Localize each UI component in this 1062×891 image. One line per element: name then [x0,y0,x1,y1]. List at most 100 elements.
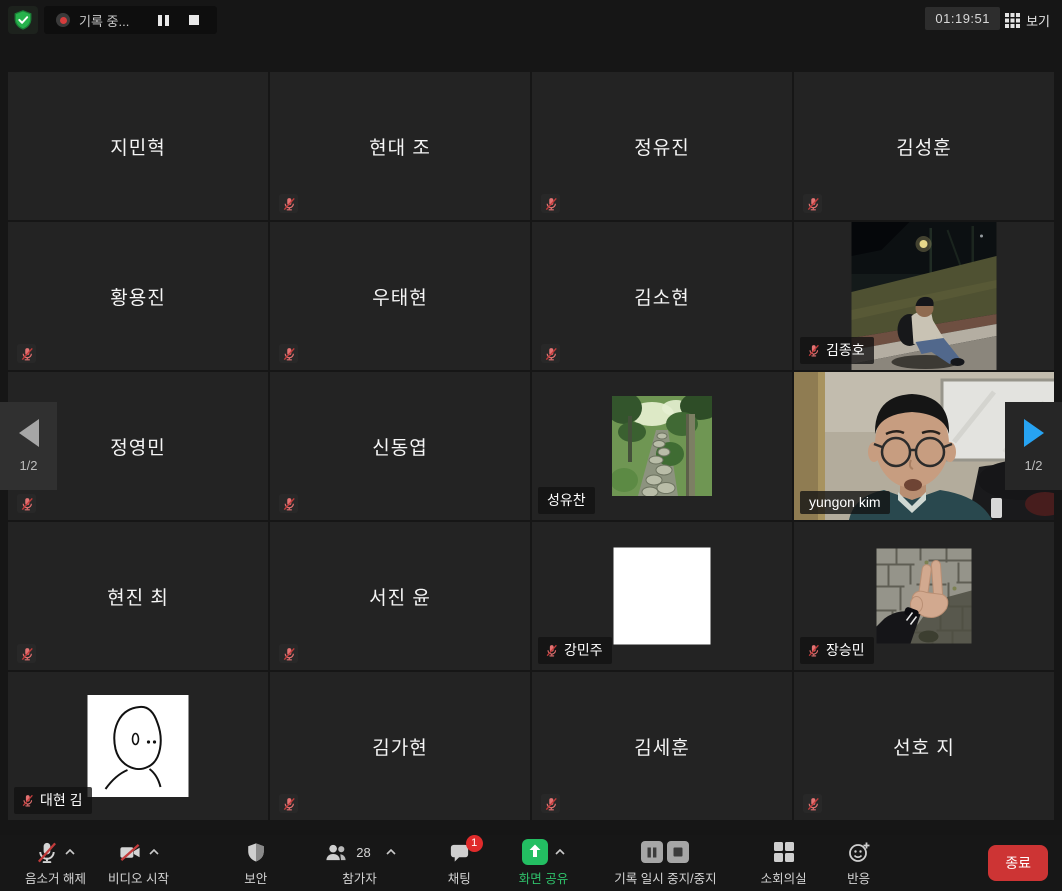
participant-name-label: 성유찬 [538,487,595,514]
security-button[interactable]: 보안 [233,839,278,887]
top-bar: 기록 중... 01:19:51 보기 [0,0,1062,50]
participant-tile[interactable]: 김소현 [532,222,792,370]
participant-name: 김세훈 [634,733,689,760]
participant-name: 현진 최 [107,583,169,610]
participant-name-label: 김종호 [800,337,874,364]
participant-tile[interactable]: 강민주 [532,522,792,670]
chat-badge: 1 [466,835,483,852]
muted-mic-icon [541,344,560,363]
recording-status-text: 기록 중... [79,11,129,30]
participant-tile[interactable]: 장승민 [794,522,1054,670]
participant-name: 우태현 [372,283,427,310]
pause-icon [647,847,657,858]
participant-name: 정유진 [634,133,689,160]
participant-tile[interactable]: 김성훈 [794,72,1054,220]
reactions-button[interactable]: 반응 [836,839,882,887]
muted-mic-icon [279,794,298,813]
recording-controls: 기록 일시 중지/중지 [603,839,727,887]
start-video-button[interactable]: 비디오 시작 [97,839,180,887]
participant-tile[interactable]: 황용진 [8,222,268,370]
recording-controls-label: 기록 일시 중지/중지 [614,868,716,887]
muted-mic-icon [803,794,822,813]
muted-mic-icon [279,194,298,213]
participant-name-label: 대현 김 [14,787,92,814]
participant-name: 서진 윤 [369,583,431,610]
muted-mic-icon [17,494,36,513]
muted-mic-icon [17,644,36,663]
muted-mic-icon [807,644,820,657]
reactions-label: 반응 [847,868,870,887]
chevron-right-icon [1024,419,1044,447]
participant-tile[interactable]: 정유진 [532,72,792,220]
participant-name-label: 장승민 [800,637,874,664]
participants-options-chevron[interactable] [386,849,396,855]
participant-video [612,396,712,496]
recording-pause-button[interactable] [152,9,174,31]
end-meeting-button[interactable]: 종료 [988,845,1048,881]
start-video-label: 비디오 시작 [108,868,169,887]
participant-tile[interactable]: 우태현 [270,222,530,370]
unmute-button[interactable]: 음소거 해제 [14,839,97,887]
participant-name: 김가현 [372,733,427,760]
participant-gallery: 지민혁 현대 조 정유진 김성훈 황용진 우태현 김소현 [8,72,1054,820]
muted-mic-icon [21,794,34,807]
participant-tile[interactable]: 지민혁 [8,72,268,220]
green-shield-check-icon [12,9,34,31]
participant-tile[interactable]: 현진 최 [8,522,268,670]
participant-name: 황용진 [110,283,165,310]
camera-off-icon [118,841,142,864]
participant-name: 정영민 [110,433,165,460]
page-indicator: 1/2 [19,458,37,473]
muted-mic-icon [279,344,298,363]
participant-name: 김성훈 [896,133,951,160]
participant-tile[interactable]: 김종호 [794,222,1054,370]
audio-options-chevron[interactable] [65,849,75,855]
breakout-rooms-button[interactable]: 소회의실 [750,839,818,887]
chat-button[interactable]: 1 채팅 [437,839,482,887]
participant-name-label: yungon kim [800,491,890,514]
meeting-info-shield-button[interactable] [8,6,38,34]
recording-stop-button[interactable] [183,9,205,31]
share-options-chevron[interactable] [555,849,565,855]
muted-mic-icon [803,194,822,213]
participant-name: 대현 김 [40,790,83,810]
security-label: 보안 [244,868,267,887]
participant-tile[interactable]: 김가현 [270,672,530,820]
muted-mic-icon [545,644,558,657]
participant-video [877,549,972,644]
stop-recording-button[interactable] [667,841,689,863]
share-screen-button[interactable]: 화면 공유 [508,839,579,887]
participant-tile[interactable]: 서진 윤 [270,522,530,670]
unmute-label: 음소거 해제 [25,868,86,887]
gallery-prev-page-button[interactable]: 1/2 [0,402,57,490]
participant-name: 성유찬 [547,490,586,510]
participant-name: yungon kim [809,494,881,510]
participant-name: 지민혁 [110,133,165,160]
chat-label: 채팅 [448,868,471,887]
participant-tile[interactable]: 대현 김 [8,672,268,820]
smiley-plus-icon [847,840,871,864]
grid-view-icon [1005,13,1020,28]
gallery-next-page-button[interactable]: 1/2 [1005,402,1062,490]
participant-tile[interactable]: 성유찬 [532,372,792,520]
breakout-rooms-label: 소회의실 [761,868,807,887]
stop-icon [673,847,683,857]
participant-count: 28 [356,845,370,860]
meeting-toolbar: 음소거 해제 비디오 시작 보안 [0,835,1062,891]
pause-recording-button[interactable] [641,841,663,863]
participant-tile[interactable]: 김세훈 [532,672,792,820]
participant-tile[interactable]: 현대 조 [270,72,530,220]
participant-name: 장승민 [826,640,865,660]
view-button[interactable]: 보기 [1001,9,1054,32]
view-button-label: 보기 [1026,11,1050,30]
recording-indicator: 기록 중... [44,6,217,34]
video-options-chevron[interactable] [149,849,159,855]
participant-tile[interactable]: 선호 지 [794,672,1054,820]
shield-icon [245,841,267,864]
muted-mic-icon [541,794,560,813]
participants-button[interactable]: 28 참가자 [312,839,406,887]
share-screen-label: 화면 공유 [519,868,568,887]
participant-name-label: 강민주 [538,637,612,664]
participant-tile[interactable]: 신동엽 [270,372,530,520]
participant-name: 선호 지 [893,733,955,760]
